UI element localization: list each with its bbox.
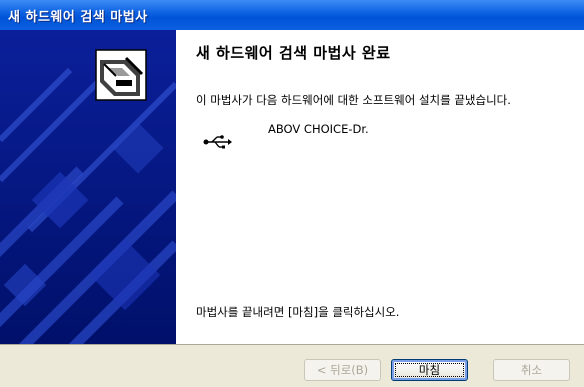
focus-rectangle — [395, 363, 464, 377]
page-title: 새 하드웨어 검색 마법사 완료 — [196, 44, 391, 62]
wizard-banner-graphic — [0, 30, 176, 344]
wizard-side-banner — [0, 30, 176, 344]
title-bar[interactable]: 새 하드웨어 검색 마법사 — [0, 0, 584, 30]
finish-button[interactable]: 마침 — [391, 359, 468, 381]
cancel-button[interactable]: 취소 — [493, 359, 570, 381]
wizard-content: 새 하드웨어 검색 마법사 완료 이 마법사가 다음 하드웨어에 대한 소프트웨… — [176, 30, 584, 344]
completion-message: 이 마법사가 다음 하드웨어에 대한 소프트웨어 설치를 끝냈습니다. — [196, 93, 511, 107]
hardware-icon — [95, 49, 147, 101]
finish-instruction: 마법사를 끝내려면 [마침]을 클릭하십시오. — [196, 305, 400, 319]
back-button[interactable]: < 뒤로(B) — [304, 359, 381, 381]
device-name: ABOV CHOICE-Dr. — [268, 122, 369, 136]
wizard-window: 새 하드웨어 검색 마법사 새 하드웨어 검색 마법사 완료 이 마법사가 다음… — [0, 0, 584, 387]
usb-icon — [203, 135, 232, 149]
window-title: 새 하드웨어 검색 마법사 — [8, 10, 148, 25]
button-bar: < 뒤로(B) 마침 취소 — [0, 344, 584, 387]
